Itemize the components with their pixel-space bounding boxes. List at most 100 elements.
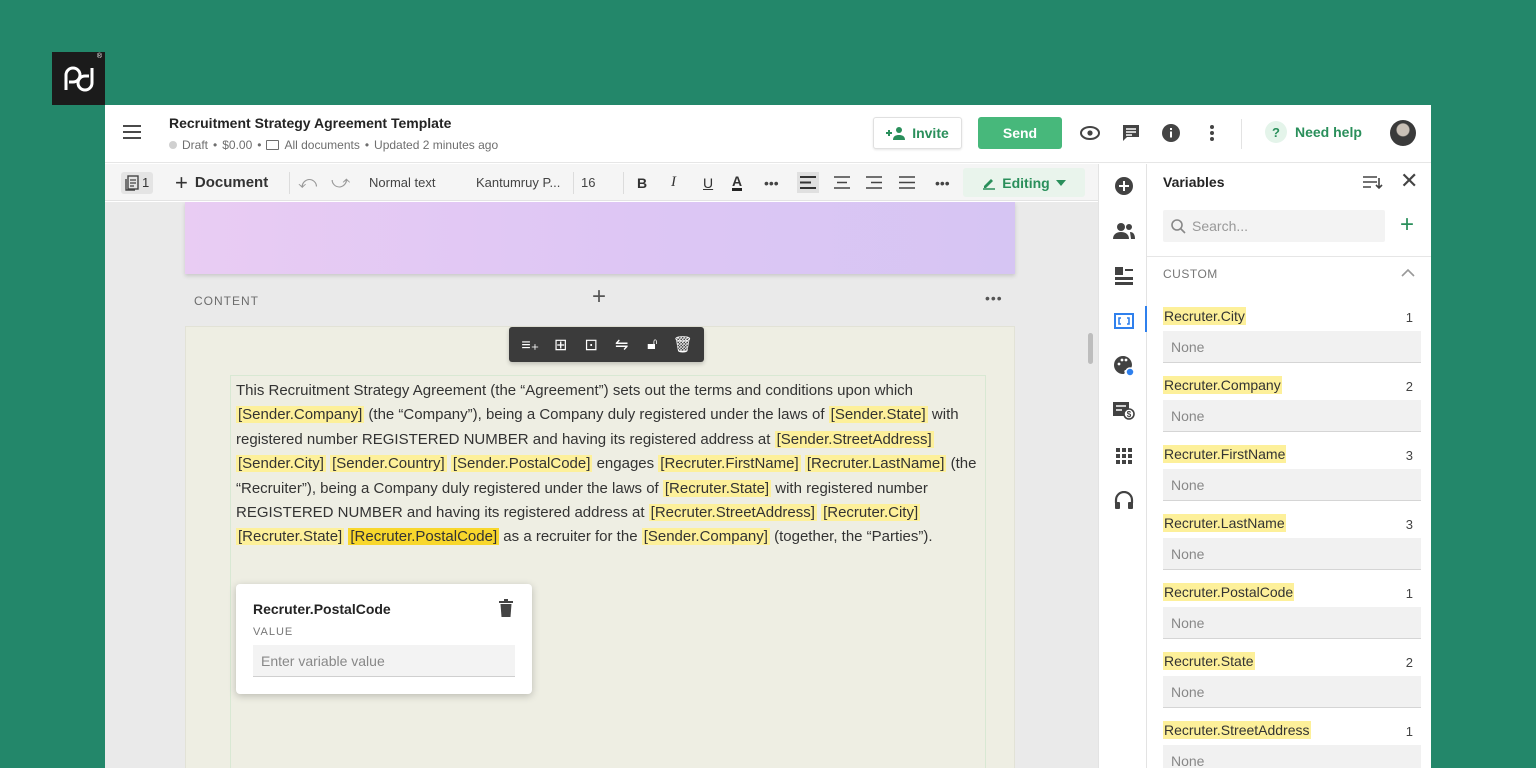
align-right-icon[interactable]	[866, 164, 882, 201]
variable-value[interactable]: None	[1163, 469, 1421, 501]
more-vertical-icon[interactable]	[1200, 121, 1224, 145]
insert-below-icon[interactable]: ≡₊	[519, 335, 541, 355]
paragraph-text: engages	[592, 455, 659, 473]
paragraph-text: This Recruitment Strategy Agreement (the…	[236, 382, 913, 399]
variable-item[interactable]: Recruter.PostalCode 1 None	[1163, 583, 1421, 643]
chevron-up-icon[interactable]	[1401, 268, 1415, 278]
add-block-icon[interactable]: +	[592, 285, 606, 309]
undo-icon[interactable]: ⤺	[298, 164, 317, 201]
pages-count: 1	[142, 175, 150, 190]
header-image-block[interactable]	[185, 202, 1015, 274]
need-help-button[interactable]: ? Need help	[1265, 121, 1362, 143]
align-left-icon[interactable]	[797, 164, 819, 201]
align-justify-icon[interactable]	[899, 164, 915, 201]
redo-icon[interactable]: ⤻	[331, 164, 350, 201]
variable-value[interactable]: None	[1163, 400, 1421, 432]
divider	[1241, 119, 1242, 149]
bold-icon[interactable]: B	[637, 164, 647, 201]
avatar[interactable]	[1390, 120, 1416, 146]
unlock-icon[interactable]: 🔓︎	[641, 336, 663, 354]
variable-token[interactable]: [Recruter.FirstName]	[658, 455, 801, 473]
document-price: $0.00	[222, 138, 253, 152]
italic-icon[interactable]: I	[671, 164, 676, 201]
document-title[interactable]: Recruitment Strategy Agreement Template	[169, 115, 451, 131]
align-center-icon[interactable]	[834, 164, 850, 201]
agreement-paragraph[interactable]: This Recruitment Strategy Agreement (the…	[236, 379, 981, 550]
variable-item[interactable]: Recruter.State 2 None	[1163, 652, 1421, 712]
plus-icon: +	[175, 169, 188, 195]
recipients-icon[interactable]	[1113, 220, 1135, 242]
section-menu-icon[interactable]: •••	[985, 290, 1003, 306]
comments-icon[interactable]	[1119, 121, 1143, 145]
variable-value[interactable]: None	[1163, 676, 1421, 708]
registered-mark: ®	[96, 53, 102, 60]
paragraph-text: (together, the “Parties”).	[769, 528, 933, 546]
variable-value-input[interactable]	[253, 645, 515, 677]
duplicate-icon[interactable]: ⊞	[550, 335, 572, 355]
more-alignment-icon[interactable]: •••	[935, 164, 950, 201]
variable-token[interactable]: [Sender.City]	[236, 455, 326, 473]
add-document-button[interactable]: + Document	[175, 164, 268, 201]
variable-token[interactable]: [Sender.PostalCode]	[450, 455, 593, 473]
variables-icon[interactable]	[1113, 310, 1135, 332]
document-updated: Updated 2 minutes ago	[374, 138, 499, 152]
block-settings-icon[interactable]: ⇋	[611, 335, 633, 355]
variable-value[interactable]: None	[1163, 745, 1421, 768]
blocks-icon[interactable]	[1113, 265, 1135, 287]
send-button[interactable]: Send	[978, 117, 1062, 149]
palette-icon[interactable]	[1113, 355, 1135, 377]
document-meta: Draft • $0.00 • All documents • Updated …	[169, 138, 498, 152]
document-folder[interactable]: All documents	[284, 138, 359, 152]
sort-icon[interactable]	[1363, 174, 1383, 192]
variable-token[interactable]: [Recruter.State]	[236, 528, 345, 546]
variable-value[interactable]: None	[1163, 607, 1421, 639]
font-family-select[interactable]: Kantumruy P...	[476, 164, 560, 201]
variable-item[interactable]: Recruter.LastName 3 None	[1163, 514, 1421, 574]
variable-value[interactable]: None	[1163, 331, 1421, 363]
variable-token[interactable]: [Recruter.StreetAddress]	[648, 504, 817, 522]
trash-icon[interactable]	[499, 599, 513, 617]
variable-token[interactable]: [Recruter.State]	[662, 479, 772, 497]
variable-name: Recruter.Company	[1163, 376, 1282, 394]
search-input[interactable]: Search...	[1163, 210, 1385, 242]
close-icon[interactable]: ✕	[1400, 170, 1418, 192]
variable-token[interactable]: [Sender.Company]	[236, 406, 365, 424]
variable-token[interactable]: [Sender.Country]	[330, 455, 447, 473]
info-icon[interactable]	[1159, 121, 1183, 145]
text-color-icon[interactable]: A	[732, 164, 743, 201]
variable-item[interactable]: Recruter.FirstName 3 None	[1163, 445, 1421, 505]
variable-popup: Recruter.PostalCode VALUE	[236, 584, 532, 694]
variable-item[interactable]: Recruter.StreetAddress 1 None	[1163, 721, 1421, 768]
add-person-icon	[886, 127, 906, 140]
variable-token[interactable]: [Recruter.City]	[821, 504, 921, 522]
add-comment-icon[interactable]: ⊡	[580, 335, 602, 355]
add-variable-button[interactable]: +	[1400, 210, 1414, 240]
underline-icon[interactable]: U	[703, 164, 713, 201]
support-headset-icon[interactable]	[1113, 490, 1135, 512]
variable-item[interactable]: Recruter.Company 2 None	[1163, 376, 1421, 436]
variable-name: Recruter.FirstName	[1163, 445, 1287, 463]
variable-item[interactable]: Recruter.City 1 None	[1163, 307, 1421, 367]
variable-name: Recruter.StreetAddress	[1163, 721, 1311, 739]
variable-token[interactable]: [Recruter.PostalCode]	[348, 528, 500, 546]
invite-button[interactable]: Invite	[873, 117, 962, 149]
variable-token[interactable]: [Sender.State]	[828, 406, 928, 424]
delete-block-icon[interactable]: 🗑︎	[672, 335, 694, 355]
payment-icon[interactable]: $	[1113, 400, 1135, 422]
variable-token[interactable]: [Sender.Company]	[641, 528, 770, 546]
variable-token[interactable]: [Recruter.LastName]	[804, 455, 947, 473]
variable-name: Recruter.LastName	[1163, 514, 1286, 532]
menu-icon[interactable]	[123, 123, 141, 141]
apps-icon[interactable]	[1113, 445, 1135, 467]
editing-mode-dropdown[interactable]: Editing	[963, 168, 1085, 197]
section-label: CUSTOM	[1163, 267, 1218, 281]
text-style-select[interactable]: Normal text	[369, 164, 435, 201]
pages-button[interactable]: 1	[121, 164, 154, 201]
preview-eye-icon[interactable]	[1078, 121, 1102, 145]
variable-value[interactable]: None	[1163, 538, 1421, 570]
variable-token[interactable]: [Sender.StreetAddress]	[774, 430, 934, 448]
font-size-select[interactable]: 16	[581, 164, 595, 201]
more-formatting-icon[interactable]: •••	[764, 164, 779, 201]
add-circle-icon[interactable]	[1113, 175, 1135, 197]
scrollbar[interactable]	[1088, 333, 1093, 364]
